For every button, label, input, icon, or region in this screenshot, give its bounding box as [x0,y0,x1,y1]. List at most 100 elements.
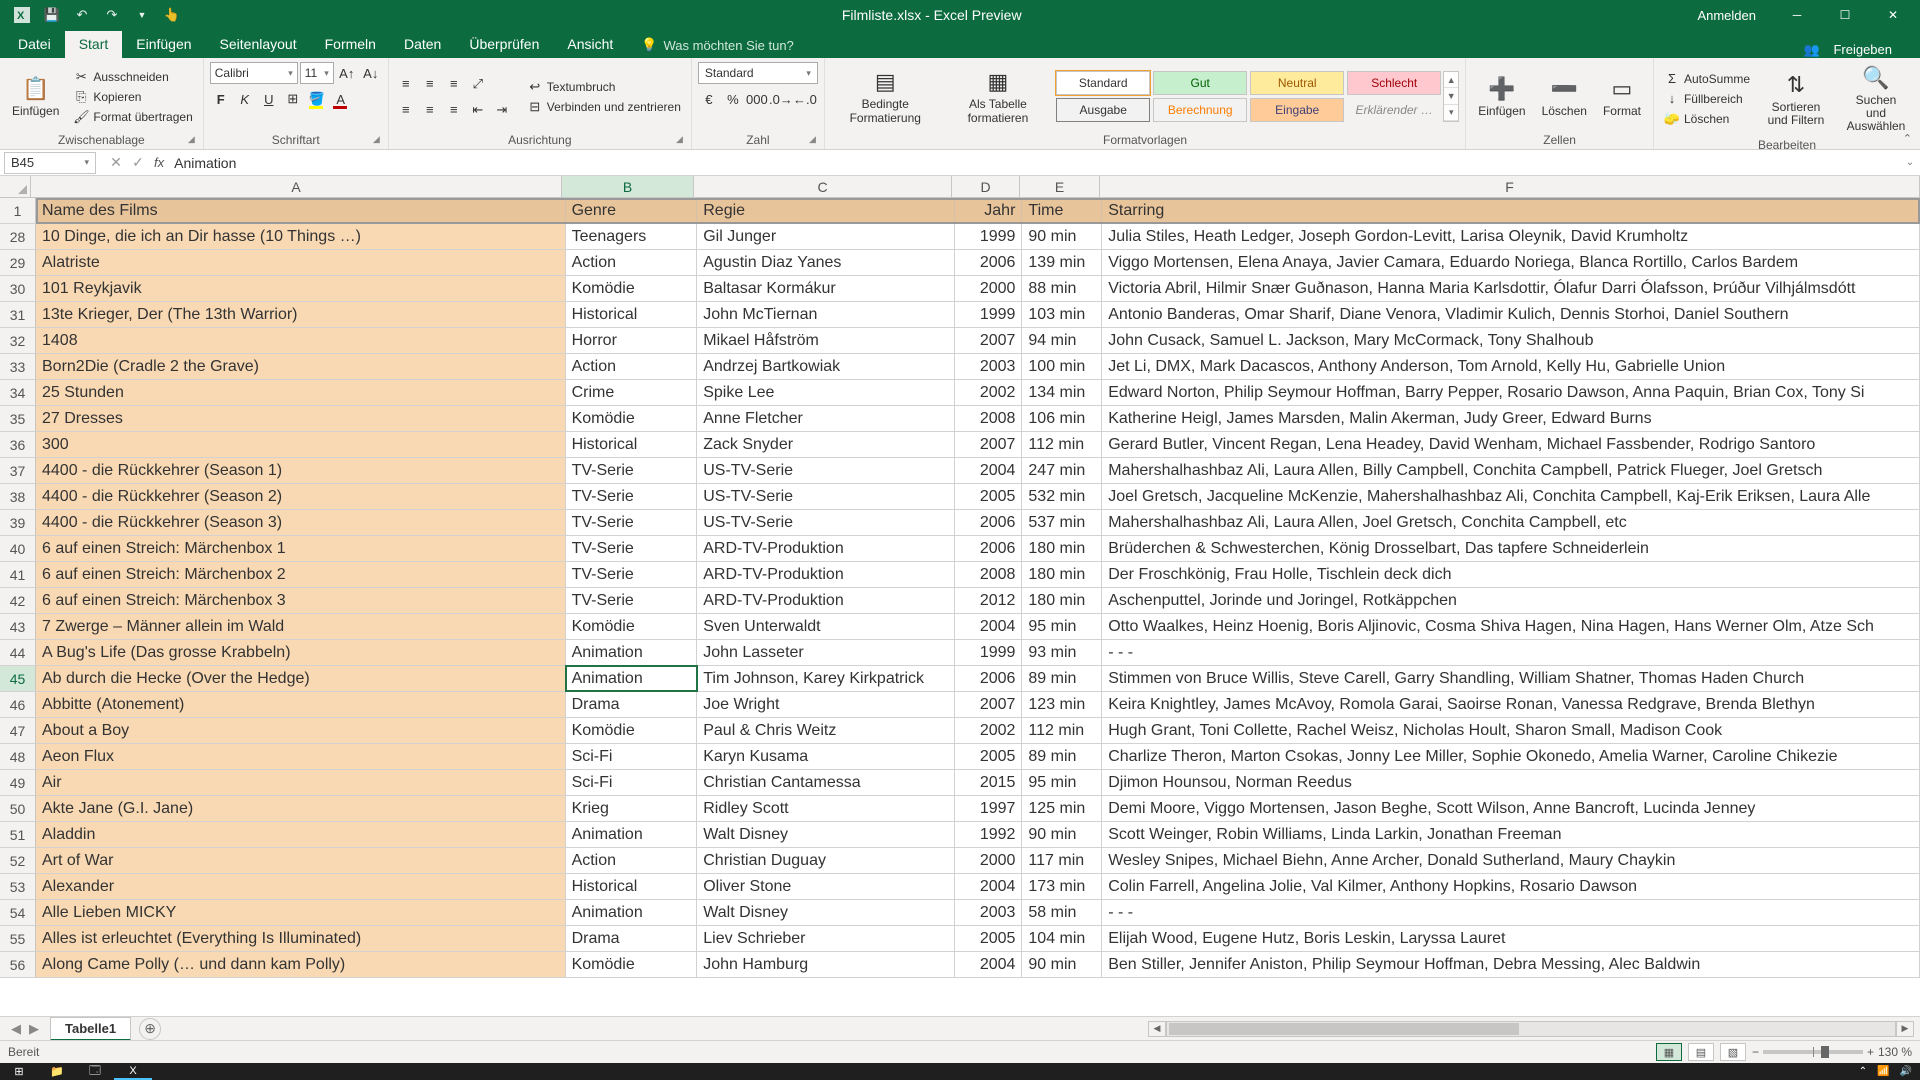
cell[interactable]: Drama [566,926,698,951]
cell[interactable]: 1992 [955,822,1023,847]
cell[interactable]: Krieg [566,796,698,821]
style-neutral[interactable]: Neutral [1250,71,1344,95]
cell[interactable]: 88 min [1022,276,1102,301]
fx-icon[interactable]: fx [154,155,164,170]
row-header[interactable]: 55 [0,926,36,951]
clear-button[interactable]: 🧽Löschen [1660,110,1754,128]
cell[interactable]: 13te Krieger, Der (The 13th Warrior) [36,302,566,327]
cell[interactable]: 532 min [1022,484,1102,509]
font-size-combo[interactable]: 11▾ [300,62,334,84]
expand-formula-icon[interactable]: ⌄ [1900,157,1920,168]
taskbar-excel-icon[interactable]: X [114,1063,152,1080]
hscroll-left-icon[interactable]: ◀ [1148,1021,1166,1037]
cell[interactable]: - - - [1102,640,1920,665]
cell[interactable]: Regie [697,198,954,223]
cell[interactable]: Crime [566,380,698,405]
cell[interactable]: 89 min [1022,666,1102,691]
cell[interactable]: Charlize Theron, Marton Csokas, Jonny Le… [1102,744,1920,769]
currency-button[interactable]: € [698,88,720,110]
view-pagelayout-button[interactable]: ▤ [1688,1043,1714,1061]
cell[interactable]: John McTiernan [697,302,954,327]
cut-button[interactable]: ✂Ausschneiden [69,68,196,86]
font-color-button[interactable]: A [330,88,352,110]
cell[interactable]: ARD-TV-Produktion [697,536,954,561]
cancel-formula-icon[interactable]: ✕ [106,154,126,171]
cell[interactable]: 1999 [955,302,1023,327]
cell[interactable]: Gerard Butler, Vincent Regan, Lena Heade… [1102,432,1920,457]
number-format-combo[interactable]: Standard▾ [698,62,818,84]
style-good[interactable]: Gut [1153,71,1247,95]
cell[interactable]: 101 Reykjavik [36,276,566,301]
cell[interactable]: 134 min [1022,380,1102,405]
cell[interactable]: A Bug's Life (Das grosse Krabbeln) [36,640,566,665]
cell[interactable]: 180 min [1022,536,1102,561]
cell[interactable]: Anne Fletcher [697,406,954,431]
style-calc[interactable]: Berechnung [1153,98,1247,122]
cell[interactable]: Ab durch die Hecke (Over the Hedge) [36,666,566,691]
cell[interactable]: Christian Duguay [697,848,954,873]
cell[interactable]: 2000 [955,276,1023,301]
tab-file[interactable]: Datei [4,31,65,58]
cell[interactable]: Sven Unterwaldt [697,614,954,639]
row-header[interactable]: 37 [0,458,36,483]
chevron-more-icon[interactable]: ▾ [1444,105,1458,121]
cell[interactable]: Ben Stiller, Jennifer Aniston, Philip Se… [1102,952,1920,977]
cell[interactable]: 93 min [1022,640,1102,665]
cell[interactable]: 2006 [955,536,1023,561]
cell[interactable]: 2002 [955,380,1023,405]
maximize-button[interactable]: ☐ [1822,0,1868,30]
cell[interactable]: 180 min [1022,588,1102,613]
cell[interactable]: 2002 [955,718,1023,743]
cell[interactable]: Scott Weinger, Robin Williams, Linda Lar… [1102,822,1920,847]
cell[interactable]: 7 Zwerge – Männer allein im Wald [36,614,566,639]
cell[interactable]: Name des Films [36,198,566,223]
border-button[interactable]: ⊞ [282,88,304,110]
cell[interactable]: John Hamburg [697,952,954,977]
cell[interactable]: Wesley Snipes, Michael Biehn, Anne Arche… [1102,848,1920,873]
cell[interactable]: Sci-Fi [566,744,698,769]
style-input[interactable]: Eingabe [1250,98,1344,122]
cell[interactable]: Brüderchen & Schwesterchen, König Drosse… [1102,536,1920,561]
cell[interactable]: 2007 [955,328,1023,353]
row-header[interactable]: 34 [0,380,36,405]
minimize-button[interactable]: ─ [1774,0,1820,30]
login-link[interactable]: Anmelden [1681,8,1772,23]
cell[interactable]: Djimon Hounsou, Norman Reedus [1102,770,1920,795]
row-header[interactable]: 40 [0,536,36,561]
indent-less-button[interactable]: ⇤ [467,99,489,121]
cell[interactable]: Animation [566,822,698,847]
wrap-text-button[interactable]: ↩Textumbruch [523,78,685,96]
cell[interactable]: TV-Serie [566,510,698,535]
chevron-up-icon[interactable]: ▲ [1444,72,1458,88]
cell[interactable]: Liev Schrieber [697,926,954,951]
cell[interactable]: 2006 [955,510,1023,535]
tray-volume-icon[interactable]: 🔊 [1900,1066,1912,1077]
cell[interactable]: Komödie [566,276,698,301]
underline-button[interactable]: U [258,88,280,110]
zoom-out-button[interactable]: − [1752,1045,1759,1059]
cell[interactable]: Alexander [36,874,566,899]
cell[interactable]: Animation [566,900,698,925]
row-header[interactable]: 32 [0,328,36,353]
sheet-nav-next-icon[interactable]: ▶ [26,1021,42,1037]
cell[interactable]: 2004 [955,874,1023,899]
hscroll-thumb[interactable] [1169,1023,1519,1035]
percent-button[interactable]: % [722,88,744,110]
align-left-button[interactable]: ≡ [395,99,417,121]
italic-button[interactable]: K [234,88,256,110]
cell[interactable]: 1997 [955,796,1023,821]
name-box[interactable]: B45▾ [4,152,96,174]
cell[interactable]: 112 min [1022,718,1102,743]
cell[interactable]: Jet Li, DMX, Mark Dacascos, Anthony Ande… [1102,354,1920,379]
fill-button[interactable]: ↓Füllbereich [1660,90,1754,108]
format-table-button[interactable]: ▦Als Tabelle formatieren [944,66,1053,126]
close-button[interactable]: ✕ [1870,0,1916,30]
select-all-corner[interactable] [0,176,31,197]
cell[interactable]: 2007 [955,432,1023,457]
cell[interactable]: Gil Junger [697,224,954,249]
cell[interactable]: Demi Moore, Viggo Mortensen, Jason Beghe… [1102,796,1920,821]
row-header[interactable]: 54 [0,900,36,925]
inc-decimal-button[interactable]: .0→ [770,88,792,110]
hscroll-right-icon[interactable]: ▶ [1896,1021,1914,1037]
cell[interactable]: Genre [566,198,698,223]
